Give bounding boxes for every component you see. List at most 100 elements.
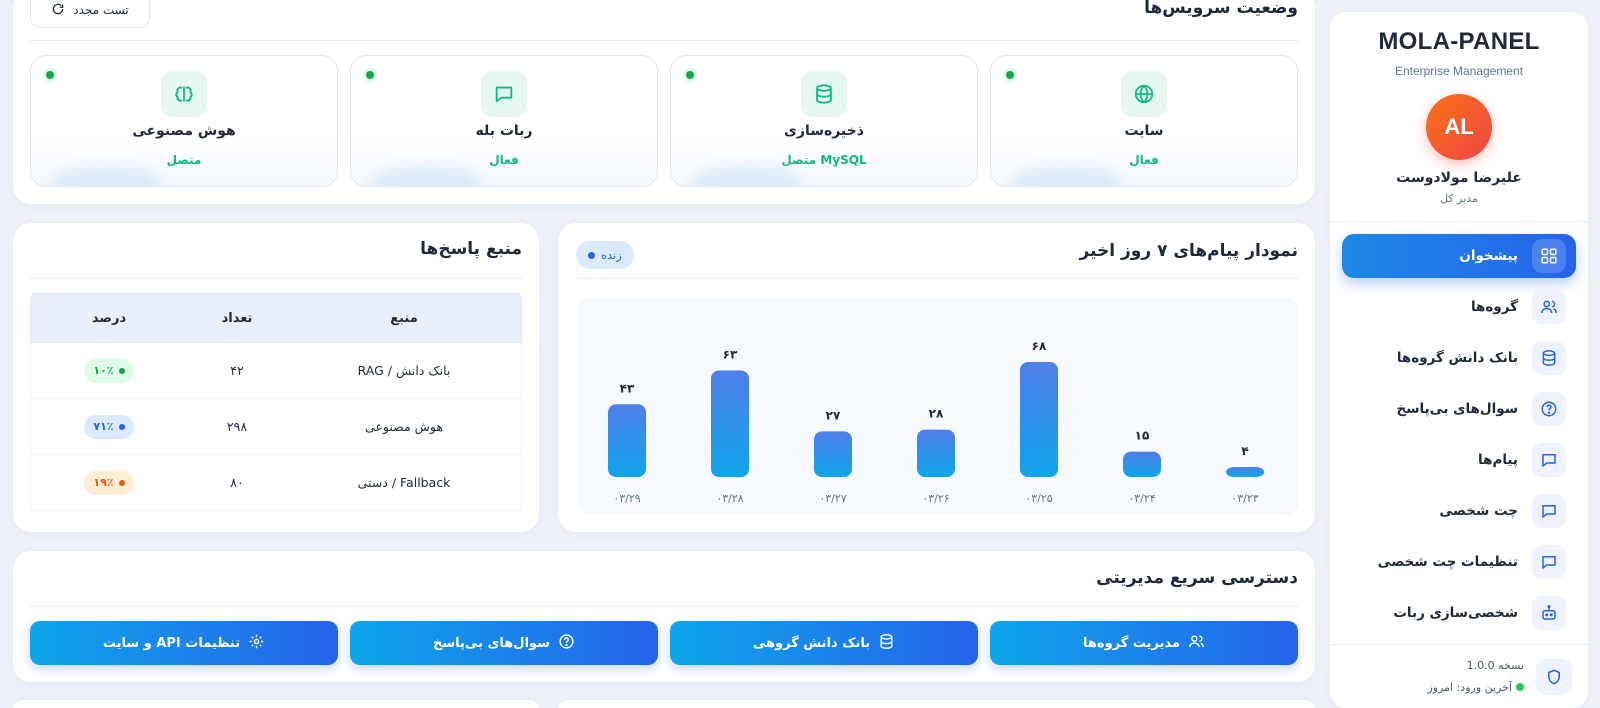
chart-plot-area: ۴۳ ۰۳/۲۹ ۶۳ ۰۳/۲۸ ۲۷ ۰۳/۲۷ ۲۸ ۰۳/۲۶ ۶۸ ۰۳/۲۵ ۱۵ ۰۳/…	[577, 297, 1299, 515]
sidebar-item-groups[interactable]: گروه‌ها	[1342, 285, 1576, 329]
bar-value-label: ۲۷	[826, 408, 841, 422]
message-icon	[1532, 545, 1566, 579]
sidebar-item-label: چت شخصی	[1439, 503, 1518, 519]
service-status: MySQL متصل	[781, 153, 867, 167]
users-icon	[1188, 633, 1205, 654]
last-login-text: آخرین ورود: امروز	[1427, 680, 1512, 694]
x-tick-label: ۰۳/۲۴	[1128, 492, 1155, 505]
badge-dot	[118, 423, 125, 430]
bar-value-label: ۲۸	[929, 407, 944, 421]
service-status: فعال	[489, 153, 519, 167]
quick-access-divider	[30, 606, 1298, 607]
bar-chart: ۴۳ ۰۳/۲۹ ۶۳ ۰۳/۲۸ ۲۷ ۰۳/۲۷ ۲۸ ۰۳/۲۶ ۶۸ ۰۳/۲۵ ۱۵ ۰۳/…	[608, 339, 1264, 505]
card-glow	[51, 166, 161, 186]
row-count: ۲۹۸	[226, 419, 248, 434]
service-card-ai: هوش مصنوعی متصل	[30, 55, 338, 187]
live-badge-label: زنده	[601, 248, 622, 262]
card-glow	[1011, 166, 1121, 186]
shield-icon	[1536, 658, 1572, 695]
api-settings-button[interactable]: تنظیمات API و سایت	[30, 621, 338, 665]
x-tick-label: ۰۳/۲۵	[1025, 492, 1052, 505]
unanswered-questions-button[interactable]: سوال‌های بی‌پاسخ	[350, 621, 658, 665]
online-dot	[1516, 682, 1524, 691]
globe-icon	[1121, 71, 1167, 117]
message-icon	[481, 71, 527, 117]
row-source: هوش مصنوعی	[365, 419, 443, 434]
sidebar-item-unanswered[interactable]: سوال‌های بی‌پاسخ	[1342, 387, 1576, 431]
avatar[interactable]: AL	[1426, 94, 1492, 160]
row-source: Fallback / دستی	[357, 475, 451, 490]
quick-access-title: دسترسی سریع مدیریتی	[1096, 568, 1298, 588]
sidebar-item-label: شخصی‌سازی ربات	[1393, 605, 1518, 621]
services-divider	[30, 40, 1298, 41]
services-card: وضعیت سرویس‌ها تست مجدد سایت فعال ذخیره‌…	[13, 0, 1315, 204]
badge-dot	[118, 367, 125, 374]
sidebar-item-bot-customization[interactable]: شخصی‌سازی ربات	[1342, 591, 1576, 635]
brain-icon	[161, 71, 207, 117]
service-name: ربات بله	[475, 123, 533, 139]
chart-bar	[917, 429, 955, 477]
percent-badge: ۷۱٪	[84, 414, 134, 439]
x-tick-label: ۰۳/۲۳	[1231, 492, 1258, 505]
bar-value-label: ۶۸	[1032, 339, 1047, 353]
sidebar-item-knowledge-base[interactable]: بانک دانش گروه‌ها	[1342, 336, 1576, 380]
version-text: نسخه 1.0.0	[1466, 658, 1524, 672]
service-name: ذخیره‌سازی	[784, 123, 864, 139]
chart-bar	[814, 431, 852, 477]
chart-title: نمودار پیام‌های ۷ روز اخیر	[1079, 241, 1299, 261]
sidebar: MOLA-PANEL Enterprise Management AL علیر…	[1330, 12, 1588, 708]
sidebar-item-messages[interactable]: پیام‌ها	[1342, 438, 1576, 482]
table-header: منبع تعداد درصد	[30, 293, 522, 343]
sidebar-item-personal-chat-settings[interactable]: تنظیمات چت شخصی	[1342, 540, 1576, 584]
messages-chart-card: نمودار پیام‌های ۷ روز اخیر زنده ۴۳ ۰۳/۲۹ ۶…	[558, 223, 1315, 532]
percent-value: ۷۱٪	[93, 420, 114, 433]
bar-value-label: ۱۵	[1135, 429, 1150, 443]
chart-divider	[575, 278, 1298, 279]
gear-icon	[248, 633, 265, 654]
service-card-bale-bot: ربات بله فعال	[350, 55, 658, 187]
service-card-site: سایت فعال	[990, 55, 1298, 187]
header-percent: درصد	[91, 310, 127, 326]
users-icon	[1532, 290, 1566, 324]
group-knowledge-base-button[interactable]: بانک دانش گروهی	[670, 621, 978, 665]
quick-access-card: دسترسی سریع مدیریتی مدیریت گروه‌ها بانک …	[13, 551, 1315, 682]
sources-table: منبع تعداد درصد بانک دانش / RAG ۴۲ ۱۰٪ ه…	[30, 293, 522, 511]
user-role: مدیر کل	[1440, 192, 1478, 205]
chart-bar	[1226, 467, 1264, 477]
percent-value: ۱۰٪	[93, 364, 114, 377]
database-icon	[801, 71, 847, 117]
chart-bar	[711, 370, 749, 477]
response-sources-card: منبع پاسخ‌ها منبع تعداد درصد بانک دانش /…	[13, 223, 539, 532]
message-icon	[1532, 443, 1566, 477]
status-dot	[363, 68, 377, 82]
retest-label: تست مجدد	[73, 3, 129, 17]
sidebar-item-dashboard[interactable]: پیشخوان	[1342, 234, 1576, 278]
x-tick-label: ۰۳/۲۷	[819, 492, 846, 505]
sources-divider	[30, 278, 522, 279]
user-name: علیرضا مولادوست	[1396, 170, 1522, 186]
sidebar-footer: نسخه 1.0.0 آخرین ورود: امروز	[1330, 644, 1588, 708]
button-label: تنظیمات API و سایت	[102, 635, 241, 651]
last-login: آخرین ورود: امروز	[1427, 677, 1524, 699]
message-icon	[1532, 494, 1566, 528]
row-count: ۸۰	[230, 475, 244, 490]
service-card-storage: ذخیره‌سازی MySQL متصل	[670, 55, 978, 187]
sidebar-item-label: گروه‌ها	[1470, 299, 1518, 315]
row-source: بانک دانش / RAG	[357, 363, 451, 378]
x-tick-label: ۰۳/۲۶	[922, 492, 949, 505]
badge-dot	[118, 479, 125, 486]
services-title: وضعیت سرویس‌ها	[1144, 0, 1298, 18]
retest-button[interactable]: تست مجدد	[30, 0, 150, 28]
card-glow	[691, 166, 801, 186]
manage-groups-button[interactable]: مدیریت گروه‌ها	[990, 621, 1298, 665]
sidebar-item-label: پیشخوان	[1459, 248, 1518, 264]
sidebar-item-label: بانک دانش گروه‌ها	[1396, 350, 1518, 366]
percent-badge: ۱۹٪	[84, 470, 134, 495]
button-label: سوال‌های بی‌پاسخ	[433, 635, 550, 651]
sidebar-item-personal-chat[interactable]: چت شخصی	[1342, 489, 1576, 533]
database-icon	[1532, 341, 1566, 375]
row-count: ۴۲	[230, 363, 244, 378]
next-card-right	[558, 700, 1315, 708]
percent-value: ۱۹٪	[93, 476, 114, 489]
button-label: مدیریت گروه‌ها	[1083, 635, 1180, 651]
